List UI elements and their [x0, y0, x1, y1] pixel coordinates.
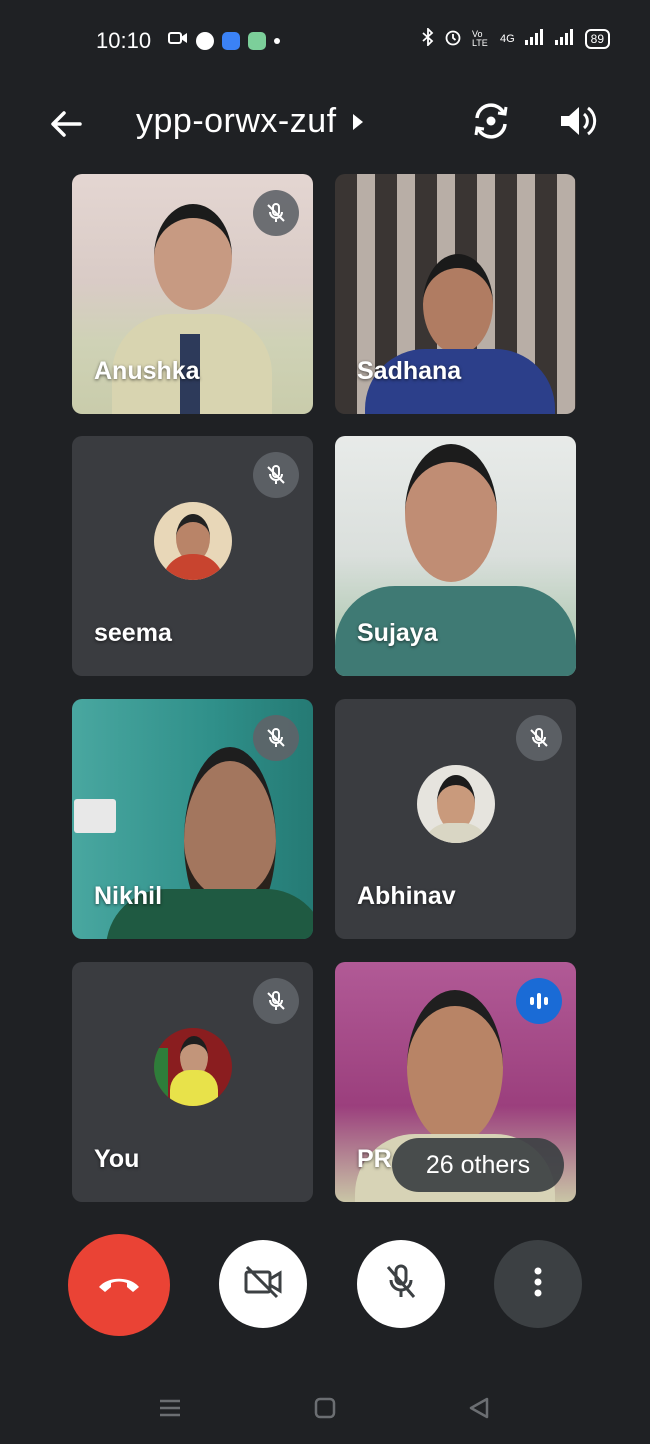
app-icon: [222, 31, 240, 50]
gallery-icon: [248, 31, 266, 50]
alarm-icon: [444, 28, 462, 49]
mic-toggle-button[interactable]: [357, 1240, 445, 1328]
status-time: 10:10: [96, 28, 152, 53]
participant-tile-nikhil[interactable]: Nikhil: [72, 699, 313, 939]
camera-off-icon: [243, 1264, 283, 1305]
others-chip[interactable]: 26 others: [392, 1138, 564, 1192]
mic-off-icon: [383, 1262, 419, 1307]
top-bar: ypp-orwx-zuf: [0, 84, 650, 160]
meeting-code-button[interactable]: ypp-orwx-zuf: [136, 102, 363, 141]
signal-icon: [554, 29, 575, 48]
switch-camera-button[interactable]: [468, 98, 514, 144]
speaker-button[interactable]: [555, 98, 601, 144]
battery-icon: 89: [584, 28, 610, 49]
notification-icons: [168, 30, 280, 51]
back-arrow-icon: [44, 111, 88, 150]
participant-video: [423, 254, 493, 354]
more-vert-icon: [533, 1266, 543, 1303]
avatar: [153, 502, 232, 580]
participant-video: [407, 990, 503, 1144]
home-icon[interactable]: [313, 1396, 337, 1425]
participant-name: Anushka: [94, 357, 200, 385]
messenger-icon: [196, 31, 214, 50]
participant-name: PR: [357, 1145, 392, 1173]
signal-icon: [524, 29, 545, 48]
caret-right-icon: [352, 113, 363, 130]
participant-tile-you[interactable]: You: [72, 962, 313, 1202]
meeting-code: ypp-orwx-zuf: [136, 102, 337, 140]
participant-tile-seema[interactable]: seema: [72, 436, 313, 676]
bluetooth-icon: [422, 26, 434, 49]
participant-name: You: [94, 1145, 140, 1173]
participant-tile-abhinav[interactable]: Abhinav: [335, 699, 576, 939]
participant-tile-anushka[interactable]: Anushka: [72, 174, 313, 414]
status-bar: 10:10 Vo LTE 4G 89: [0, 0, 650, 84]
participant-video: [154, 204, 232, 310]
back-button[interactable]: [44, 102, 88, 146]
participant-name: Abhinav: [357, 882, 456, 910]
participant-name: Sujaya: [357, 619, 438, 647]
end-call-icon: [96, 1271, 142, 1300]
mic-off-icon: [253, 978, 299, 1024]
avatar: [416, 765, 495, 843]
mic-off-icon: [253, 190, 299, 236]
back-icon[interactable]: [467, 1396, 491, 1425]
dot-icon: [274, 37, 280, 44]
participant-name: seema: [94, 619, 172, 647]
participant-tile-sadhana[interactable]: Sadhana: [335, 174, 576, 414]
participant-tile-sujaya[interactable]: Sujaya: [335, 436, 576, 676]
network-type: 4G: [499, 32, 515, 45]
end-call-button[interactable]: [68, 1234, 170, 1336]
video-icon: [168, 30, 188, 51]
speaker-icon: [555, 106, 601, 148]
participant-name: Sadhana: [357, 357, 462, 385]
status-indicators: Vo LTE 4G 89: [422, 26, 610, 49]
participant-name: Nikhil: [94, 882, 163, 910]
system-nav-bar: [0, 1376, 650, 1444]
mic-off-icon: [253, 452, 299, 498]
camera-toggle-button[interactable]: [219, 1240, 307, 1328]
mic-off-icon: [516, 715, 562, 761]
switch-camera-icon: [468, 103, 514, 148]
volte-icon: Vo LTE: [471, 28, 488, 48]
participant-video: [405, 444, 497, 582]
recents-icon[interactable]: [158, 1396, 182, 1425]
speaking-indicator-icon: [516, 978, 562, 1024]
mic-off-icon: [253, 715, 299, 761]
more-options-button[interactable]: [494, 1240, 582, 1328]
avatar: [153, 1028, 232, 1106]
